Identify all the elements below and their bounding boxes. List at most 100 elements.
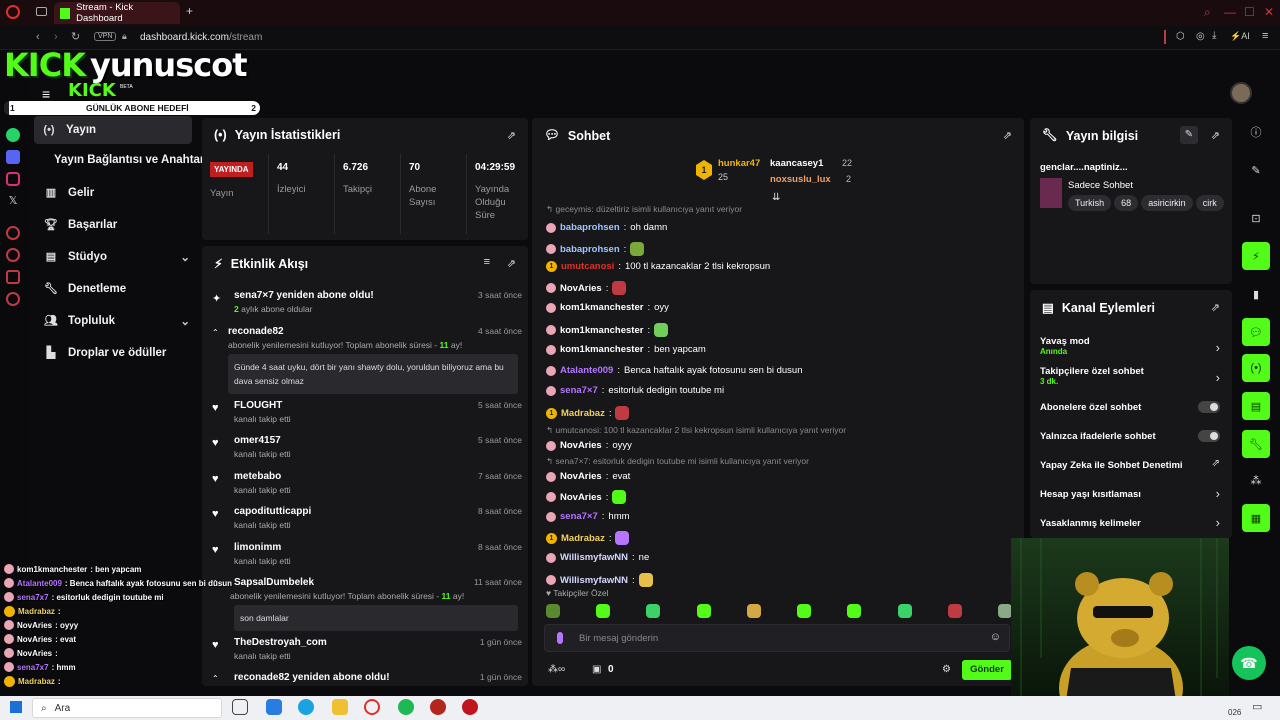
external-link-icon[interactable]: ⇗ [1212, 458, 1220, 469]
whatsapp-icon[interactable] [6, 128, 20, 142]
points-icon[interactable]: ⁂∞ [548, 664, 565, 675]
emoji-icon[interactable]: ☺ [990, 631, 1001, 643]
extensions-icon[interactable]: ⬡ [1176, 31, 1185, 42]
instagram-icon[interactable] [6, 172, 20, 186]
chat-username[interactable]: NovAries [560, 471, 602, 482]
chevron-right-icon[interactable]: › [1216, 486, 1220, 501]
emote[interactable] [596, 604, 611, 618]
new-tab-button[interactable]: + [186, 4, 193, 18]
tag[interactable]: 68 [1114, 195, 1139, 211]
chat-username[interactable]: Madrabaz [561, 533, 605, 544]
top-user-name[interactable]: hunkar47 [718, 158, 760, 169]
emote[interactable] [947, 604, 962, 618]
chat-message[interactable]: kom1kmanchester: oyy [546, 302, 669, 313]
ai-button[interactable]: ⚡AI [1230, 31, 1250, 42]
top-user-name[interactable]: noxsuslu_lux [770, 174, 831, 185]
chevron-right-icon[interactable]: › [1216, 515, 1220, 530]
subs-only-toggle[interactable] [1198, 401, 1220, 413]
action-followers-only[interactable]: Takipçilere özel sohbet 3 dk. [1040, 366, 1220, 386]
popout-icon[interactable]: ⇗ [1211, 129, 1220, 142]
expand-icon[interactable]: ⇊ [772, 192, 780, 203]
chat-username[interactable]: kom1kmanchester [560, 302, 643, 313]
popout-icon[interactable]: ⇗ [507, 129, 516, 142]
bookmark-icon[interactable] [6, 270, 20, 284]
forward-icon[interactable]: › [54, 31, 58, 43]
opera-logo-icon[interactable] [6, 5, 20, 19]
player-icon[interactable] [6, 226, 20, 240]
store-icon[interactable] [266, 699, 282, 715]
kick-logo[interactable]: KICK [4, 46, 86, 84]
chat-message[interactable]: babaprohsen: [546, 242, 645, 256]
action-account-age[interactable]: Hesap yaşı kısıtlaması [1040, 489, 1220, 500]
action-banned-words[interactable]: Yasaklanmış kelimeler [1040, 518, 1220, 529]
edge-icon[interactable] [298, 699, 314, 715]
chat-message[interactable]: babaprohsen: oh damn [546, 222, 667, 233]
chat-message[interactable]: NovAries: [546, 281, 627, 295]
notification-icon[interactable]: ▭ [1252, 700, 1262, 713]
nav-item-gelir[interactable]: ▥ Gelir [44, 186, 94, 200]
chevron-right-icon[interactable]: › [1216, 370, 1220, 385]
emote[interactable] [997, 604, 1012, 618]
chat-message[interactable]: NovAries: oyyy [546, 440, 632, 451]
chat-username[interactable]: sena7×7 [560, 385, 598, 396]
url-field[interactable]: dashboard.kick.com/stream [140, 32, 262, 43]
chat-username[interactable]: babaprohsen [560, 222, 620, 233]
chat-bubble-icon[interactable]: 💬︎ [1242, 318, 1270, 346]
nav-item-yayin[interactable]: (•) Yayın [34, 116, 192, 144]
download-icon[interactable]: ⤓ [1212, 30, 1216, 41]
tab-overview-icon[interactable] [36, 7, 47, 16]
history-icon[interactable] [6, 248, 20, 262]
emote[interactable] [746, 604, 761, 618]
chat-username[interactable]: NovAries [560, 440, 602, 451]
tab-kick-dashboard[interactable]: Stream - Kick Dashboard [54, 2, 180, 24]
chevron-right-icon[interactable]: › [1216, 340, 1220, 355]
chat-settings-icon[interactable]: ⚙ [942, 664, 951, 675]
broadcast-icon[interactable]: (•) [1242, 354, 1270, 382]
chat-username[interactable]: NovAries [560, 492, 602, 503]
popout-icon[interactable]: ⇗ [1211, 301, 1220, 314]
chat-username[interactable]: sena7×7 [560, 511, 598, 522]
chat-message[interactable]: NovAries: [546, 490, 627, 504]
chat-username[interactable]: NovAries [560, 283, 602, 294]
nav-item-stream-key[interactable]: Yayın Bağlantısı ve Anahtarı [54, 154, 208, 166]
chat-message[interactable]: kom1kmanchester: ben yapcam [546, 344, 706, 355]
chat-message[interactable]: 1 Madrabaz: [546, 406, 630, 420]
send-button[interactable]: Gönder [962, 660, 1012, 680]
chat-username[interactable]: Madrabaz [561, 408, 605, 419]
vpn-badge[interactable]: VPN [94, 32, 117, 41]
emote[interactable] [546, 604, 560, 618]
avatar[interactable] [1230, 82, 1252, 104]
info-icon[interactable]: ⓘ [1242, 118, 1270, 146]
popout-icon[interactable]: ⇗ [1003, 129, 1012, 142]
maximize-icon[interactable]: ☐ [1244, 5, 1255, 19]
media-icon[interactable]: ▦ [1242, 504, 1270, 532]
chat-message[interactable]: sena7×7: hmm [546, 511, 630, 522]
reload-icon[interactable]: ↻ [71, 30, 80, 43]
actions-icon[interactable]: ▤ [1242, 392, 1270, 420]
menu-icon[interactable]: ≡ [1262, 30, 1268, 42]
emote[interactable] [897, 604, 912, 618]
x-icon[interactable]: 𝕏 [6, 194, 20, 208]
app-icon[interactable] [430, 699, 446, 715]
emote[interactable] [696, 604, 711, 618]
bolt-icon[interactable]: ⚡︎ [1242, 242, 1270, 270]
hamburger-menu-icon[interactable]: ≡ [42, 86, 50, 102]
chat-username[interactable]: kom1kmanchester [560, 344, 643, 355]
chat-message[interactable]: Atalante009: Benca haftalık ayak fotosunu… [546, 365, 803, 376]
opera-icon[interactable] [364, 699, 380, 715]
emotes-only-toggle[interactable] [1198, 430, 1220, 442]
settings-icon[interactable] [6, 292, 20, 306]
clipboard-icon[interactable]: ▮ [1242, 280, 1270, 308]
filter-icon[interactable]: ≡ [484, 256, 490, 268]
discord-icon[interactable] [6, 150, 20, 164]
chat-username[interactable]: WillismyfawNN [560, 552, 628, 563]
close-icon[interactable]: ✕ [1264, 5, 1274, 19]
emote[interactable] [646, 604, 661, 618]
points-icon[interactable]: ⁂ [1242, 466, 1270, 494]
taskbar-search[interactable]: ⌕ Ara [32, 698, 222, 718]
wrench-icon[interactable]: 🔧︎ [1242, 430, 1270, 458]
chat-message[interactable]: WillismyfawNN: [546, 573, 653, 587]
chat-username[interactable]: umutcanosi [561, 261, 614, 272]
chat-username[interactable]: WillismyfawNN [560, 575, 628, 586]
top-user-name[interactable]: kaancasey1 [770, 158, 823, 169]
